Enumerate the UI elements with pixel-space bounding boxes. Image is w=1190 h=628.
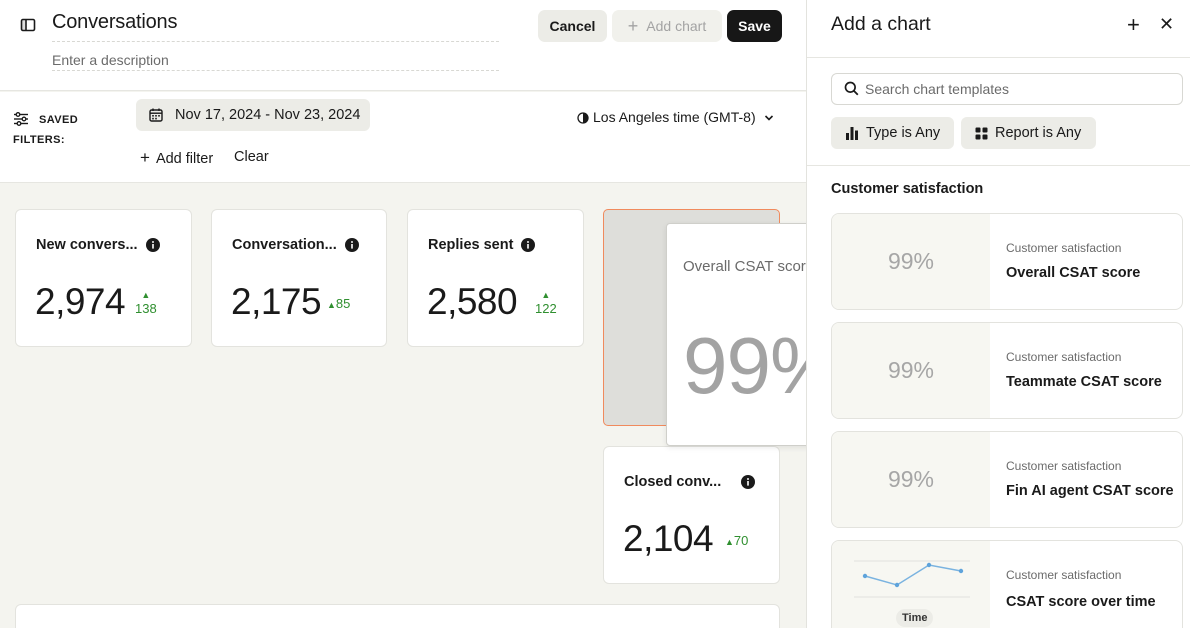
template-thumbnail: 99% xyxy=(832,323,990,418)
dragging-card-title: Overall CSAT score xyxy=(683,258,815,275)
template-category: Customer satisfaction xyxy=(1006,459,1122,473)
grid-icon xyxy=(975,125,988,141)
template-thumbnail: Time xyxy=(832,541,990,628)
line-chart-preview xyxy=(854,560,970,598)
clear-filters-button[interactable]: Clear xyxy=(234,149,269,165)
add-chart-button[interactable]: + Add chart xyxy=(612,10,722,42)
template-axis-label: Time xyxy=(896,609,934,627)
stat-card-title: Conversation... xyxy=(232,237,359,253)
stat-card-title: Replies sent xyxy=(428,237,536,253)
template-name: Fin AI agent CSAT score xyxy=(1006,483,1174,499)
stat-card-delta-value: 70 xyxy=(733,533,749,548)
stat-card-title-text: Replies sent xyxy=(428,237,514,253)
plus-icon[interactable]: + xyxy=(1127,12,1140,38)
template-thumbnail: 99% xyxy=(832,214,990,309)
stat-card-delta-value: 138 xyxy=(135,301,157,316)
stat-card-closed-conversations[interactable]: Closed conv... 2,104 ▲70 xyxy=(603,446,780,584)
stat-card-title: New convers... xyxy=(36,237,160,253)
plus-icon: + xyxy=(140,148,150,167)
stat-card-value: 2,580 xyxy=(427,281,518,322)
template-thumbnail: 99% xyxy=(832,432,990,527)
template-preview-value: 99% xyxy=(887,357,935,383)
stat-card-value: 2,104 xyxy=(623,518,714,559)
report-filter-chip[interactable]: Report is Any xyxy=(961,117,1096,149)
plus-icon: + xyxy=(627,15,639,36)
stat-card-title-text: New convers... xyxy=(36,237,138,253)
template-category: Customer satisfaction xyxy=(1006,241,1122,255)
stat-card-conversations[interactable]: Conversation... 2,175 ▲85 xyxy=(211,209,387,347)
type-filter-label: Type is Any xyxy=(866,125,941,141)
template-search[interactable] xyxy=(831,73,1183,105)
timezone-select[interactable]: Los Angeles time (GMT-8) xyxy=(577,109,774,125)
stat-card-title-text: Conversation... xyxy=(232,237,337,253)
cancel-button[interactable]: Cancel xyxy=(538,10,607,42)
save-button[interactable]: Save xyxy=(727,10,782,42)
template-card[interactable]: 99% Customer satisfaction Teammate CSAT … xyxy=(831,322,1183,419)
timezone-label: Los Angeles time (GMT-8) xyxy=(593,109,756,125)
stat-card-delta-value: 122 xyxy=(535,301,557,316)
trend-up-icon: ▲ xyxy=(725,537,734,547)
chart-card[interactable] xyxy=(15,604,780,628)
template-preview-value: 99% xyxy=(887,248,935,274)
report-filter-label: Report is Any xyxy=(995,125,1082,141)
info-icon[interactable] xyxy=(741,474,756,490)
template-preview-value: 99% xyxy=(887,466,935,492)
dashboard-header: Conversations Cancel + Add chart Save xyxy=(0,0,806,91)
calendar-icon xyxy=(149,107,163,123)
stat-card-delta: ▲85 xyxy=(327,296,350,311)
close-icon[interactable]: ✕ xyxy=(1159,14,1174,35)
template-name: Overall CSAT score xyxy=(1006,265,1141,281)
chevron-down-icon xyxy=(764,109,774,125)
stat-card-delta-value: 85 xyxy=(335,296,351,311)
title-underline xyxy=(52,41,499,42)
divider xyxy=(807,57,1190,58)
timezone-icon xyxy=(577,109,589,125)
stat-card-delta: ▲ 138 xyxy=(135,288,157,316)
template-name: CSAT score over time xyxy=(1006,594,1156,610)
saved-filters-label: SAVED FILTERS: xyxy=(13,114,79,146)
stat-card-delta: ▲ 122 xyxy=(535,288,557,316)
stat-card-value: 2,974 xyxy=(35,281,126,322)
stat-card-title-text: Closed conv... xyxy=(624,474,722,490)
info-icon[interactable] xyxy=(344,237,359,253)
date-range-label: Nov 17, 2024 - Nov 23, 2024 xyxy=(175,107,361,123)
search-input[interactable] xyxy=(865,81,1165,97)
type-filter-chip[interactable]: Type is Any xyxy=(831,117,954,149)
description-underline xyxy=(52,70,499,71)
description-input[interactable] xyxy=(52,50,499,70)
section-title: Customer satisfaction xyxy=(831,181,984,197)
search-icon xyxy=(844,80,859,98)
stat-card-delta: ▲70 xyxy=(725,533,748,548)
trend-up-icon: ▲ xyxy=(541,290,551,300)
add-filter-label: Add filter xyxy=(155,151,214,167)
divider xyxy=(807,165,1190,166)
template-card[interactable]: Time Customer satisfaction CSAT score ov… xyxy=(831,540,1183,628)
template-card[interactable]: 99% Customer satisfaction Fin AI agent C… xyxy=(831,431,1183,528)
trend-up-icon: ▲ xyxy=(141,290,151,300)
bar-chart-icon xyxy=(845,125,859,141)
info-icon[interactable] xyxy=(145,237,160,253)
info-icon[interactable] xyxy=(521,237,536,253)
add-filter-button[interactable]: + Add filter xyxy=(140,148,213,168)
add-chart-label: Add chart xyxy=(646,18,707,34)
template-category: Customer satisfaction xyxy=(1006,350,1122,364)
add-chart-panel: Add a chart + ✕ Type is Any Report is An… xyxy=(806,0,1190,628)
trend-up-icon: ▲ xyxy=(327,300,336,310)
template-card[interactable]: 99% Customer satisfaction Overall CSAT s… xyxy=(831,213,1183,310)
stat-card-value: 2,175 xyxy=(231,281,322,322)
page-title[interactable]: Conversations xyxy=(52,11,177,34)
panel-title: Add a chart xyxy=(831,13,931,35)
sidebar-toggle-icon[interactable] xyxy=(19,16,37,34)
stat-card-new-conversations[interactable]: New convers... 2,974 ▲ 138 xyxy=(15,209,192,347)
date-range-picker[interactable]: Nov 17, 2024 - Nov 23, 2024 xyxy=(136,99,370,131)
filters-bar: SAVED FILTERS: Nov 17, 2024 - Nov 23, 20… xyxy=(0,92,806,183)
stat-card-title: Closed conv... xyxy=(624,474,756,490)
template-category: Customer satisfaction xyxy=(1006,568,1122,582)
template-name: Teammate CSAT score xyxy=(1006,374,1162,390)
stat-card-replies-sent[interactable]: Replies sent 2,580 ▲ 122 xyxy=(407,209,584,347)
